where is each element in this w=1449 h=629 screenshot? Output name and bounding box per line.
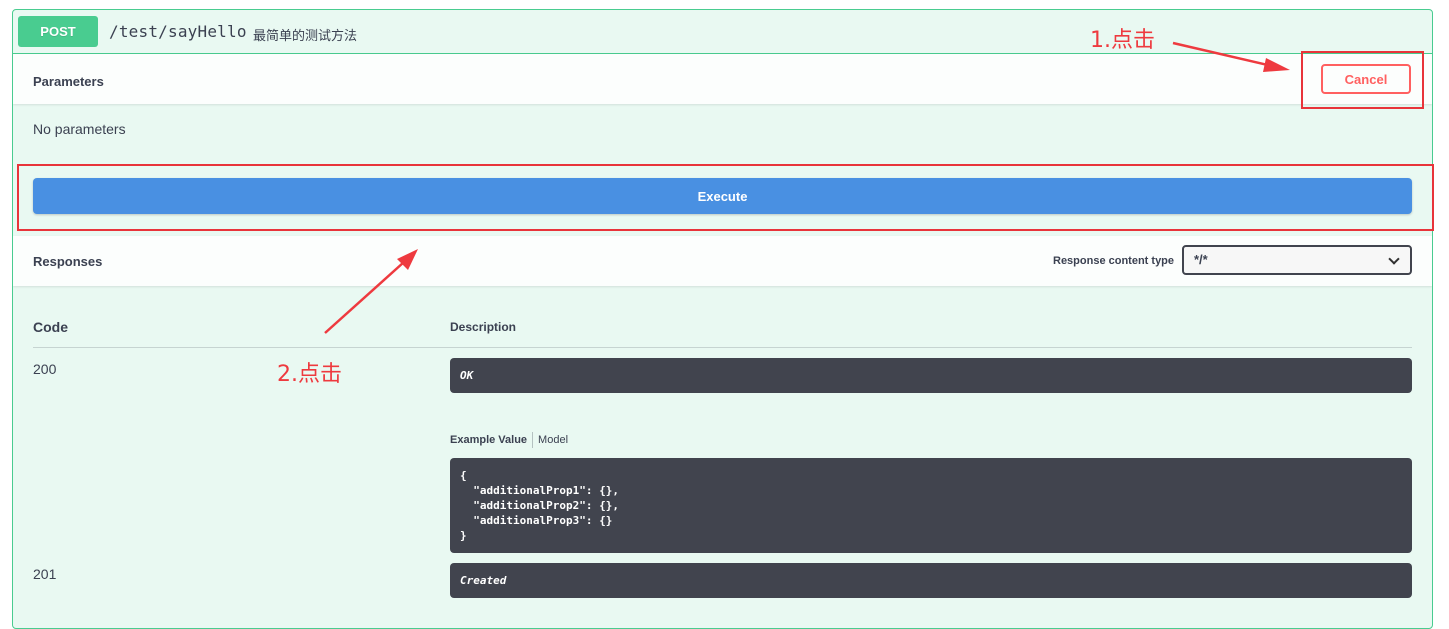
annotation-arrows bbox=[324, 41, 1290, 334]
arrow-line-2 bbox=[324, 261, 405, 334]
arrow-line-1 bbox=[1172, 41, 1273, 68]
arrow-head-1 bbox=[1263, 58, 1290, 72]
